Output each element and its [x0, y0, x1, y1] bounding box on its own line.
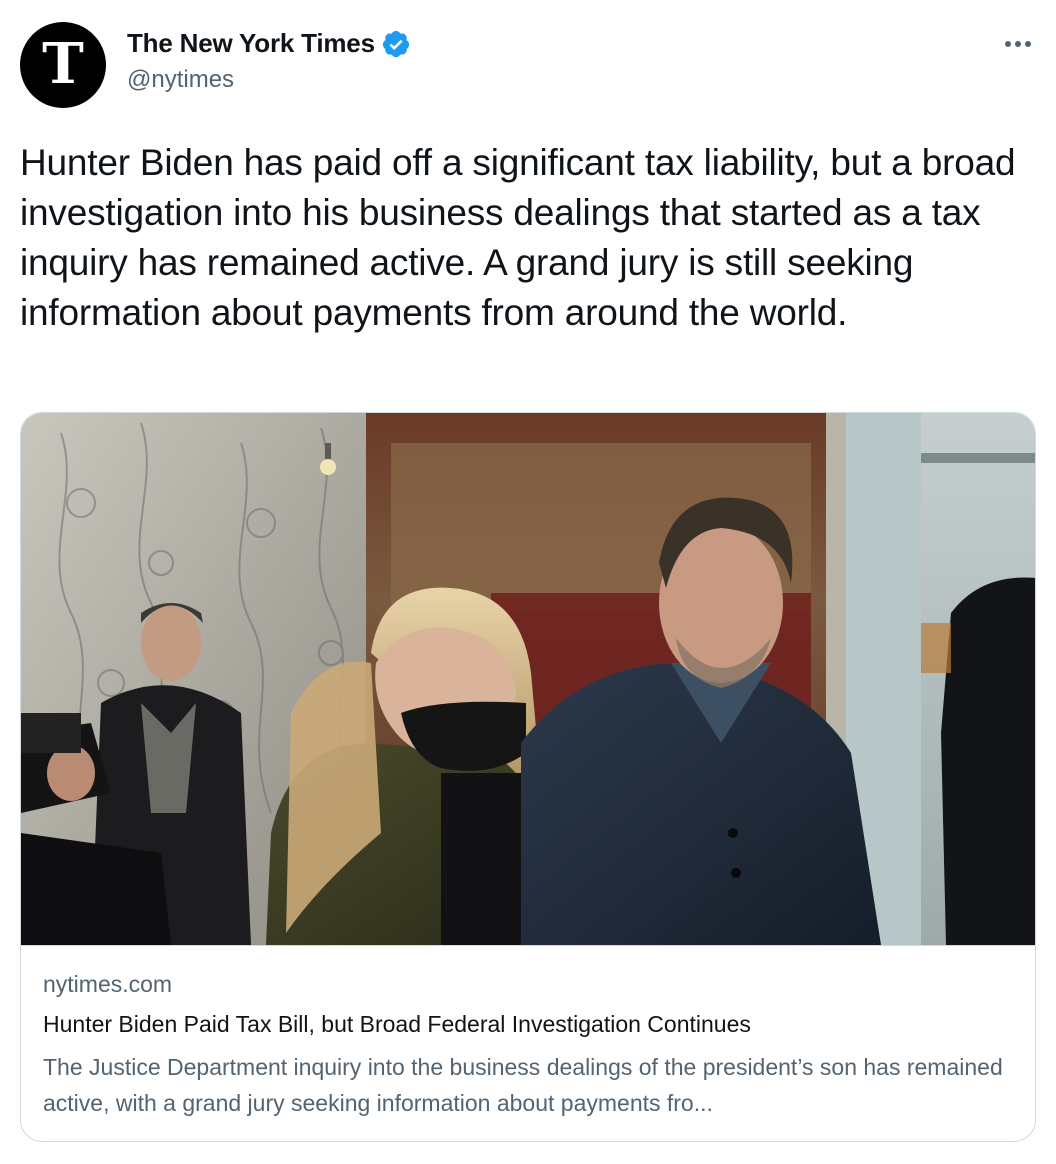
more-options-button[interactable]	[1000, 26, 1036, 62]
more-dot	[1005, 41, 1011, 47]
author-handle[interactable]: @nytimes	[127, 66, 234, 94]
author-name-row: The New York Times	[127, 28, 411, 59]
link-card-image[interactable]	[21, 413, 1035, 945]
avatar[interactable]: T	[20, 22, 106, 108]
avatar-logo: T	[42, 31, 84, 97]
more-dot	[1015, 41, 1021, 47]
article-photo	[21, 413, 1035, 945]
link-description: The Justice Department inquiry into the …	[43, 1054, 1003, 1116]
tweet-text: Hunter Biden has paid off a significant …	[20, 142, 1016, 333]
card-divider	[21, 945, 1035, 946]
display-name[interactable]: The New York Times	[127, 28, 375, 59]
more-dot	[1025, 41, 1031, 47]
link-card[interactable]: nytimes.com Hunter Biden Paid Tax Bill, …	[20, 412, 1036, 1142]
link-title[interactable]: Hunter Biden Paid Tax Bill, but Broad Fe…	[43, 1011, 751, 1038]
link-domain: nytimes.com	[43, 971, 173, 997]
verified-badge-icon	[382, 30, 409, 57]
